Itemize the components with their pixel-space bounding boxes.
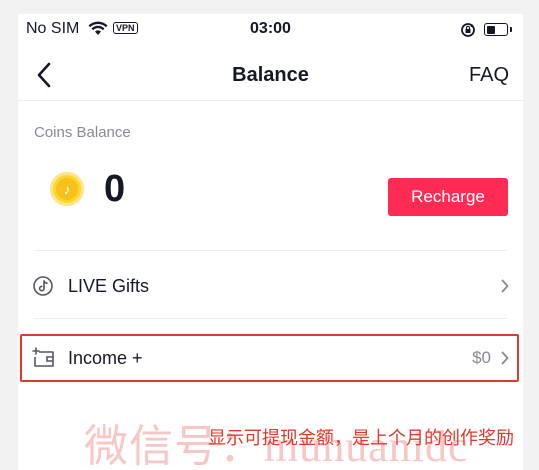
faq-link[interactable]: FAQ <box>469 64 509 87</box>
coin-icon: ♪ <box>50 172 84 206</box>
income-label: Income + <box>68 348 143 368</box>
status-time: 03:00 <box>250 20 291 37</box>
income-row[interactable]: Income + $0 <box>18 335 523 381</box>
income-value: $0 <box>472 348 491 367</box>
recharge-button[interactable]: Recharge <box>388 178 508 216</box>
balance-screen: No SIM VPN 03:00 Balance FAQ Coins Balan… <box>18 14 523 470</box>
rotation-lock-icon <box>461 23 475 37</box>
battery-tip <box>510 27 512 32</box>
annotation-caption: 显示可提现金额，是上个月的创作奖励 <box>208 428 514 448</box>
coin-glyph: ♪ <box>56 178 78 200</box>
chevron-right-icon <box>501 279 509 293</box>
live-gifts-row[interactable]: LIVE Gifts <box>18 263 523 309</box>
live-gifts-label: LIVE Gifts <box>68 276 150 296</box>
status-bar: No SIM VPN 03:00 <box>18 14 523 46</box>
divider <box>34 318 507 319</box>
wallet-plus-icon <box>32 347 54 367</box>
chevron-right-icon <box>501 351 509 365</box>
coins-amount: 0 <box>104 168 126 210</box>
live-gifts-icon <box>33 276 53 296</box>
battery-level <box>486 25 495 34</box>
divider <box>34 250 507 251</box>
battery-icon <box>484 23 508 36</box>
nav-bar: Balance FAQ <box>18 50 523 101</box>
page-title: Balance <box>232 64 309 86</box>
coins-balance-label: Coins Balance <box>34 124 131 141</box>
